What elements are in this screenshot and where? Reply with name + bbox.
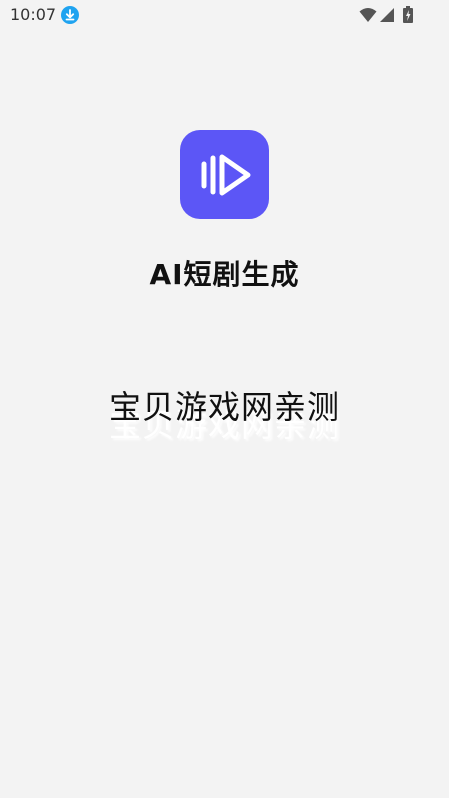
signal-icon [379, 7, 395, 23]
download-icon [61, 6, 79, 24]
watermark-text: 宝贝游戏网亲测 [108, 388, 340, 426]
status-time: 10:07 [10, 5, 57, 24]
app-logo [180, 130, 269, 219]
play-icon [201, 154, 251, 196]
wifi-icon [359, 7, 377, 23]
status-bar: 10:07 [0, 0, 449, 30]
app-name: AI短剧生成 [149, 258, 300, 291]
watermark: 宝贝游戏网亲测 [0, 382, 449, 428]
battery-icon [403, 6, 413, 23]
